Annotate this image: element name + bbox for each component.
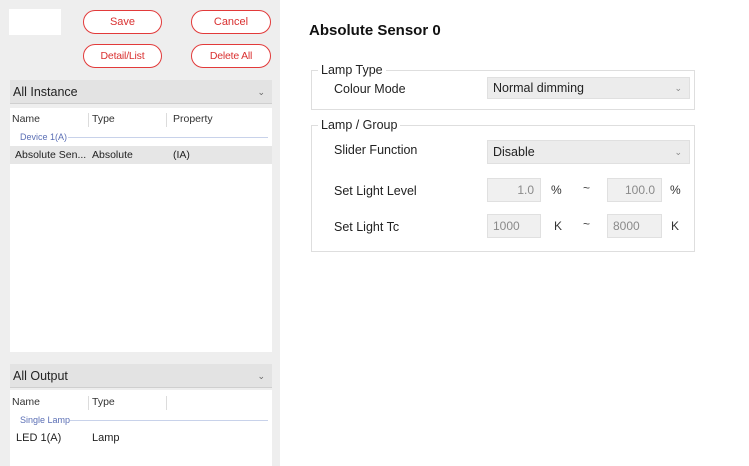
chevron-down-icon: ⌄ <box>674 147 682 157</box>
light-level-min-unit: % <box>551 183 562 197</box>
group-label: Device 1(A) <box>20 132 68 142</box>
instance-name: Absolute Sen... <box>15 149 87 161</box>
column-divider <box>88 396 89 410</box>
group-divider <box>70 420 268 421</box>
range-separator: ~ <box>583 217 591 231</box>
light-level-min-input[interactable]: 1.0 <box>487 178 541 202</box>
chevron-down-icon: ⌄ <box>257 87 265 97</box>
column-divider <box>166 396 167 410</box>
chevron-down-icon: ⌄ <box>674 83 682 93</box>
column-divider <box>88 113 89 127</box>
instance-list[interactable]: Name Type Property Device 1(A) Absolute … <box>10 108 272 352</box>
output-list-header: Name Type <box>10 390 272 412</box>
save-button[interactable]: Save <box>83 10 162 34</box>
colour-mode-select[interactable]: Normal dimming ⌄ <box>487 77 690 99</box>
page-title: Absolute Sensor 0 <box>309 22 441 39</box>
detail-list-button[interactable]: Detail/List <box>83 44 162 68</box>
light-tc-max-input[interactable]: 8000 <box>607 214 662 238</box>
instance-group-header: Device 1(A) <box>10 132 272 144</box>
chevron-down-icon: ⌄ <box>257 371 265 381</box>
output-filter-dropdown[interactable]: All Output ⌄ <box>10 364 272 388</box>
instance-type: Absolute <box>92 149 133 161</box>
slider-function-select[interactable]: Disable ⌄ <box>487 140 690 164</box>
light-tc-min-input[interactable]: 1000 <box>487 214 541 238</box>
instance-list-header: Name Type Property <box>10 108 272 130</box>
delete-all-button[interactable]: Delete All <box>191 44 271 68</box>
output-name: LED 1(A) <box>16 432 62 444</box>
group-label: Single Lamp <box>20 415 71 425</box>
output-row[interactable]: LED 1(A) Lamp <box>10 429 272 447</box>
blank-field <box>9 9 61 35</box>
output-filter-value: All Output <box>13 369 68 383</box>
group-divider <box>68 137 268 138</box>
light-tc-max-unit: K <box>671 219 680 233</box>
range-separator: ~ <box>583 181 591 195</box>
column-header-type[interactable]: Type <box>92 396 115 408</box>
column-header-name[interactable]: Name <box>12 113 40 125</box>
lamp-type-legend: Lamp Type <box>318 63 386 77</box>
instance-filter-dropdown[interactable]: All Instance ⌄ <box>10 80 272 104</box>
light-level-label: Set Light Level <box>334 184 417 198</box>
lamp-group-legend: Lamp / Group <box>318 118 401 132</box>
column-header-name[interactable]: Name <box>12 396 40 408</box>
cancel-button[interactable]: Cancel <box>191 10 271 34</box>
colour-mode-value: Normal dimming <box>493 81 584 95</box>
left-panel: Save Cancel Detail/List Delete All All I… <box>0 0 280 466</box>
instance-filter-value: All Instance <box>13 85 78 99</box>
column-header-property[interactable]: Property <box>173 113 213 125</box>
light-tc-label: Set Light Tc <box>334 220 400 234</box>
column-header-type[interactable]: Type <box>92 113 115 125</box>
light-level-max-unit: % <box>670 183 681 197</box>
light-level-max-input[interactable]: 100.0 <box>607 178 662 202</box>
output-type: Lamp <box>92 432 120 444</box>
slider-function-label: Slider Function <box>334 143 418 157</box>
instance-row[interactable]: Absolute Sen... Absolute (IA) <box>10 146 272 164</box>
output-group-header: Single Lamp <box>10 415 272 427</box>
colour-mode-label: Colour Mode <box>334 82 406 96</box>
output-list[interactable]: Name Type Single Lamp LED 1(A) Lamp <box>10 390 272 466</box>
slider-function-value: Disable <box>493 145 535 159</box>
light-tc-min-unit: K <box>554 219 563 233</box>
column-divider <box>166 113 167 127</box>
instance-property: (IA) <box>173 149 190 161</box>
